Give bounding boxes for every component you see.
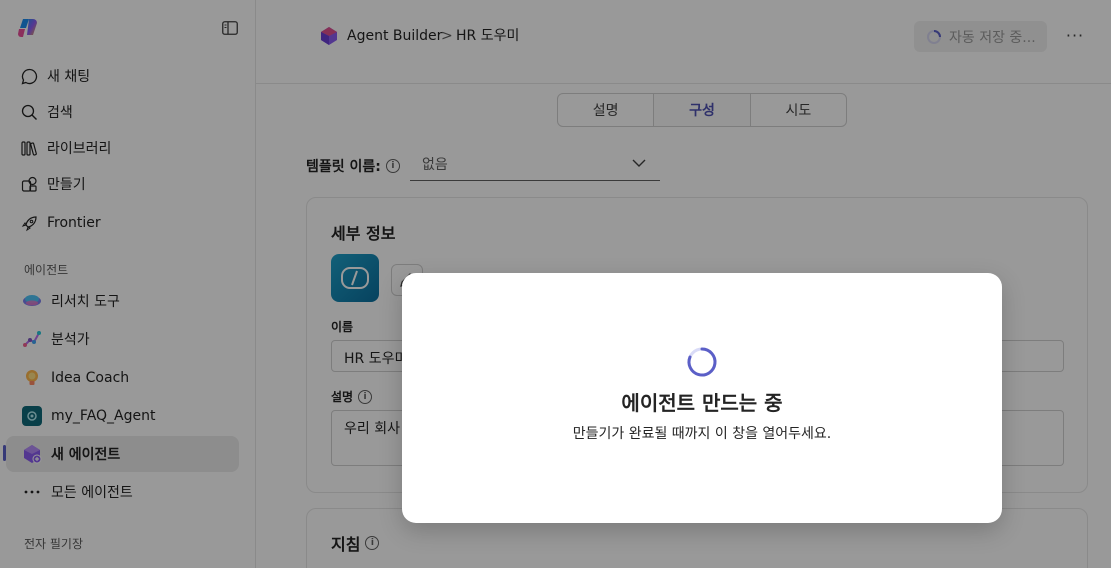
loading-spinner-icon — [687, 347, 717, 377]
dialog-subtitle: 만들기가 완료될 때까지 이 창을 열어두세요. — [572, 426, 832, 442]
creating-agent-dialog: 에이전트 만드는 중 만들기가 완료될 때까지 이 창을 열어두세요. — [402, 273, 1002, 523]
dialog-title: 에이전트 만드는 중 — [621, 391, 783, 415]
